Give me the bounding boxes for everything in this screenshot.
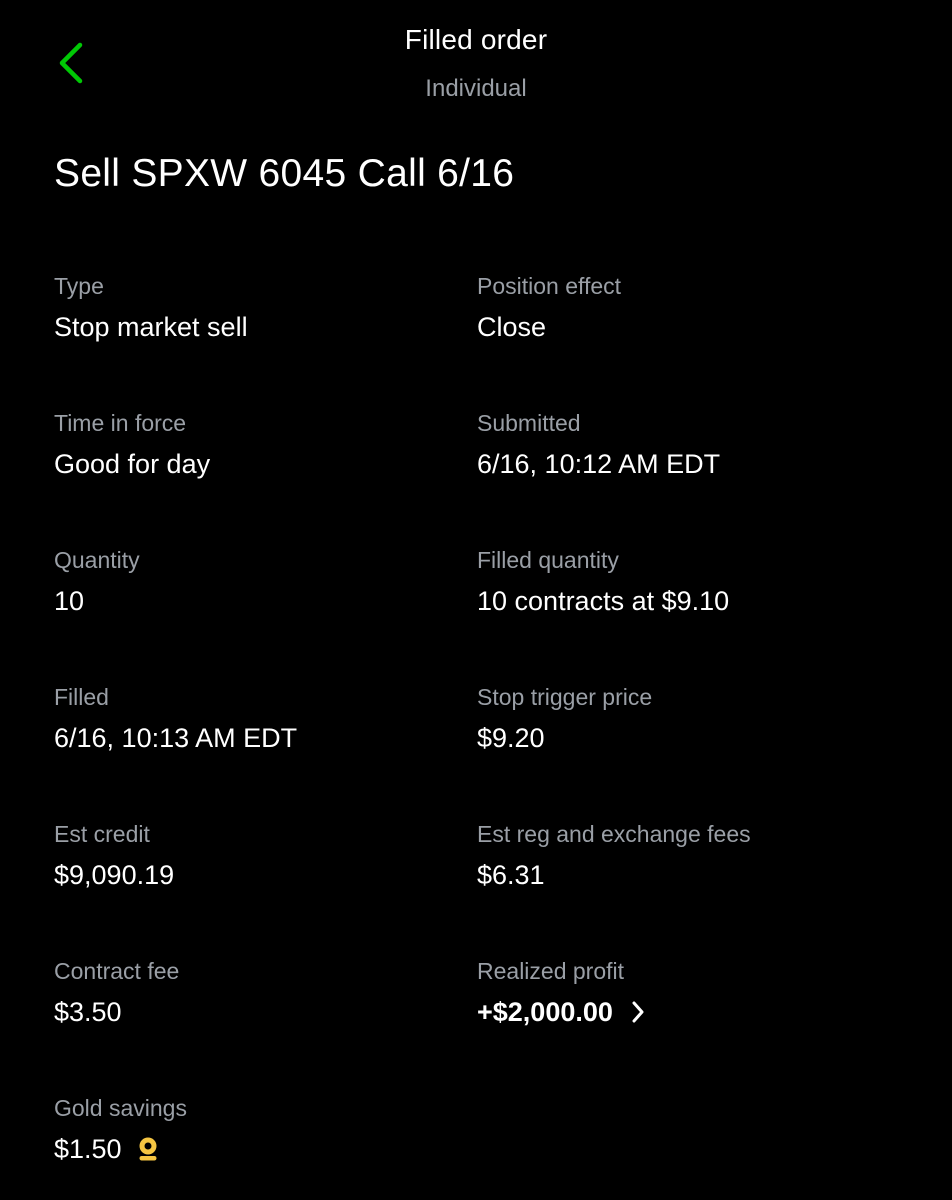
detail-time-in-force: Time in force Good for day <box>54 405 477 542</box>
detail-value: $1.50 <box>54 1132 477 1166</box>
detail-filled: Filled 6/16, 10:13 AM EDT <box>54 679 477 816</box>
order-title: Sell SPXW 6045 Call 6/16 <box>54 152 515 195</box>
details-row: Gold savings $1.50 <box>54 1090 914 1190</box>
detail-value: Good for day <box>54 449 211 479</box>
details-row: Quantity 10 Filled quantity 10 contracts… <box>54 542 914 679</box>
detail-label: Filled quantity <box>477 547 619 573</box>
detail-label: Submitted <box>477 410 581 436</box>
order-details: Type Stop market sell Position effect Cl… <box>54 268 914 1190</box>
detail-realized-profit: Realized profit +$2,000.00 <box>477 953 900 1090</box>
detail-label: Contract fee <box>54 958 180 984</box>
detail-label: Gold savings <box>54 1095 187 1121</box>
empty-cell <box>477 1090 900 1190</box>
detail-type: Type Stop market sell <box>54 268 477 405</box>
chevron-right-icon[interactable] <box>631 1000 645 1024</box>
detail-value: Stop market sell <box>54 312 248 342</box>
detail-value: $6.31 <box>477 860 545 890</box>
gold-badge-icon <box>138 1136 158 1162</box>
detail-contract-fee: Contract fee $3.50 <box>54 953 477 1090</box>
account-subtitle: Individual <box>425 75 527 102</box>
detail-value: 10 contracts at $9.10 <box>477 586 730 616</box>
detail-est-credit: Est credit $9,090.19 <box>54 816 477 953</box>
gold-savings-value: $1.50 <box>54 1134 122 1164</box>
detail-est-fees: Est reg and exchange fees $6.31 <box>477 816 900 953</box>
detail-quantity: Quantity 10 <box>54 542 477 679</box>
details-row: Filled 6/16, 10:13 AM EDT Stop trigger p… <box>54 679 914 816</box>
realized-profit-value: +$2,000.00 <box>477 997 613 1027</box>
detail-label: Est reg and exchange fees <box>477 821 751 847</box>
detail-filled-quantity: Filled quantity 10 contracts at $9.10 <box>477 542 900 679</box>
detail-value: 10 <box>54 586 85 616</box>
detail-value: $9.20 <box>477 723 545 753</box>
detail-label: Filled <box>54 684 109 710</box>
detail-gold-savings: Gold savings $1.50 <box>54 1090 477 1190</box>
details-row: Type Stop market sell Position effect Cl… <box>54 268 914 405</box>
detail-stop-trigger-price: Stop trigger price $9.20 <box>477 679 900 816</box>
detail-label: Time in force <box>54 410 187 436</box>
detail-label: Position effect <box>477 273 622 299</box>
detail-position-effect: Position effect Close <box>477 268 900 405</box>
detail-value: $9,090.19 <box>54 860 175 890</box>
details-row: Contract fee $3.50 Realized profit +$2,0… <box>54 953 914 1090</box>
detail-label: Realized profit <box>477 958 625 984</box>
detail-submitted: Submitted 6/16, 10:12 AM EDT <box>477 405 900 542</box>
detail-label: Est credit <box>54 821 150 847</box>
detail-label: Type <box>54 273 104 299</box>
details-row: Time in force Good for day Submitted 6/1… <box>54 405 914 542</box>
detail-value: $3.50 <box>54 997 122 1027</box>
details-row: Est credit $9,090.19 Est reg and exchang… <box>54 816 914 953</box>
detail-value: 6/16, 10:13 AM EDT <box>54 723 298 753</box>
detail-value: Close <box>477 312 547 342</box>
realized-profit-link[interactable]: +$2,000.00 <box>477 995 900 1029</box>
page-title: Filled order <box>404 24 548 55</box>
detail-label: Stop trigger price <box>477 684 653 710</box>
detail-label: Quantity <box>54 547 140 573</box>
detail-value: 6/16, 10:12 AM EDT <box>477 449 721 479</box>
